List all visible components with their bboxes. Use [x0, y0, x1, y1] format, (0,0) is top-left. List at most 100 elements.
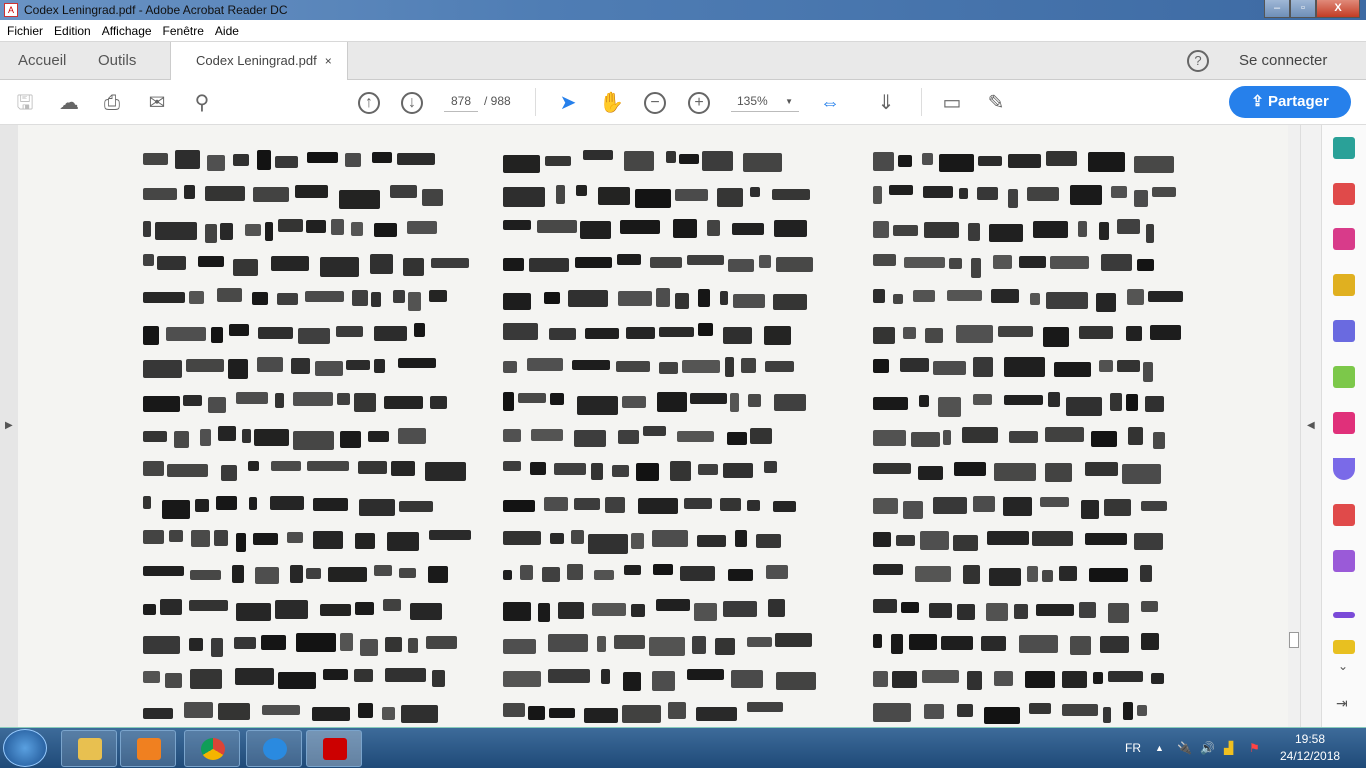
combine-files-icon[interactable]: [1333, 320, 1355, 342]
print-icon[interactable]: ⎙: [100, 91, 124, 115]
show-hidden-icons[interactable]: ▲: [1155, 728, 1164, 769]
zoom-select[interactable]: 135% ▼: [731, 94, 799, 112]
menu-edition[interactable]: Edition: [54, 24, 91, 38]
manuscript-stroke: [904, 257, 945, 268]
manuscript-stroke: [909, 633, 937, 651]
power-icon[interactable]: 🔌: [1177, 728, 1192, 769]
collapse-panel-icon[interactable]: ◀: [1307, 420, 1315, 431]
manuscript-stroke: [255, 567, 280, 584]
manuscript-stroke: [1019, 256, 1046, 269]
manuscript-stroke: [211, 637, 223, 657]
scroll-mode-icon[interactable]: ⇓: [874, 91, 898, 115]
manuscript-stroke: [679, 154, 699, 165]
manuscript-stroke: [339, 190, 381, 209]
redact-icon[interactable]: [1333, 412, 1355, 434]
volume-icon[interactable]: 🔊: [1200, 728, 1215, 769]
highlight-pen-icon[interactable]: ✎: [984, 91, 1008, 115]
organize-pages-icon[interactable]: [1333, 366, 1355, 388]
document-view[interactable]: ▶: [0, 125, 1300, 727]
manuscript-stroke: [1110, 186, 1127, 198]
save-icon[interactable]: 🖫: [13, 91, 37, 115]
manuscript-stroke: [618, 430, 640, 445]
manuscript-stroke: [1146, 223, 1155, 243]
manuscript-stroke: [946, 289, 982, 302]
manuscript-stroke: [697, 289, 711, 307]
menu-affichage[interactable]: Affichage: [102, 24, 152, 38]
fill-sign-icon[interactable]: [1333, 550, 1355, 572]
search-icon[interactable]: ⚲: [190, 91, 214, 115]
clock[interactable]: 19:58 24/12/2018: [1280, 731, 1340, 765]
manuscript-stroke: [235, 533, 247, 552]
tab-document[interactable]: Codex Leningrad.pdf ×: [170, 42, 348, 81]
previous-page-icon[interactable]: ↑: [358, 92, 380, 114]
manuscript-stroke: [775, 256, 813, 272]
menu-aide[interactable]: Aide: [215, 24, 239, 38]
manuscript-stroke: [621, 396, 647, 409]
fit-page-icon[interactable]: ⇔: [818, 91, 842, 115]
tab-accueil[interactable]: Accueil: [18, 42, 66, 80]
manuscript-stroke: [1048, 392, 1060, 408]
manuscript-stroke: [1110, 392, 1123, 411]
taskbar-acrobat[interactable]: [306, 730, 362, 767]
email-icon[interactable]: ✉: [145, 91, 169, 115]
edit-pdf-icon[interactable]: [1333, 228, 1355, 250]
comment-tool-icon[interactable]: [1333, 274, 1355, 296]
manuscript-stroke: [1033, 220, 1068, 238]
manuscript-stroke: [550, 392, 565, 406]
manuscript-stroke: [674, 292, 690, 310]
more-tools-icon[interactable]: [1333, 640, 1355, 654]
create-pdf-icon[interactable]: [1333, 183, 1355, 205]
taskbar-internet-explorer[interactable]: [246, 730, 302, 767]
scrollbar[interactable]: [1288, 125, 1300, 727]
left-panel-toggle[interactable]: ▶: [0, 125, 18, 727]
manuscript-stroke: [558, 601, 584, 620]
manuscript-stroke: [588, 533, 628, 554]
manuscript-stroke: [715, 637, 736, 656]
manuscript-stroke: [972, 393, 992, 405]
cloud-upload-icon[interactable]: ☁: [57, 91, 81, 115]
export-pdf-icon[interactable]: [1333, 137, 1355, 159]
maximize-button[interactable]: ▫: [1290, 0, 1316, 18]
manuscript-stroke: [1122, 702, 1133, 720]
manuscript-stroke: [398, 500, 434, 513]
language-indicator[interactable]: FR: [1125, 728, 1141, 769]
close-button[interactable]: X: [1316, 0, 1360, 18]
manuscript-stroke: [503, 702, 525, 718]
close-tab-icon[interactable]: ×: [325, 54, 332, 68]
taskbar-chrome[interactable]: [184, 730, 240, 767]
protect-icon[interactable]: [1333, 458, 1355, 480]
manuscript-stroke: [264, 222, 274, 241]
taskbar-explorer[interactable]: [61, 730, 117, 767]
hand-tool-icon[interactable]: ✋: [599, 91, 624, 115]
manuscript-stroke: [1003, 394, 1044, 405]
manuscript-stroke: [503, 460, 522, 472]
manuscript-stroke: [1091, 430, 1118, 448]
menu-fichier[interactable]: Fichier: [7, 24, 43, 38]
menu-fenetre[interactable]: Fenêtre: [163, 24, 204, 38]
next-page-icon[interactable]: ↓: [401, 92, 423, 114]
action-center-icon[interactable]: ⚑: [1249, 728, 1260, 769]
manuscript-stroke: [1084, 462, 1119, 476]
select-cursor-icon[interactable]: ➤: [556, 91, 580, 115]
page-number-input[interactable]: 878: [444, 94, 478, 112]
share-button[interactable]: ⇪ Partager: [1229, 86, 1351, 118]
collapse-right-icon[interactable]: ⇥: [1336, 695, 1348, 712]
sign-in-link[interactable]: Se connecter: [1239, 42, 1327, 80]
start-button[interactable]: [3, 729, 47, 767]
zoom-out-icon[interactable]: −: [644, 92, 666, 114]
tab-outils[interactable]: Outils: [98, 42, 136, 80]
help-icon[interactable]: ?: [1187, 50, 1209, 72]
minimize-button[interactable]: –: [1264, 0, 1290, 18]
network-icon[interactable]: ▟: [1224, 728, 1233, 769]
manuscript-stroke: [579, 220, 611, 239]
comment-icon[interactable]: ▭: [940, 91, 964, 115]
manuscript-stroke: [956, 704, 973, 718]
pdf-optimize-icon[interactable]: [1333, 504, 1355, 526]
zoom-in-icon[interactable]: +: [688, 92, 710, 114]
manuscript-stroke: [1149, 324, 1181, 341]
manuscript-stroke: [297, 328, 330, 345]
taskbar-media-player[interactable]: [120, 730, 176, 767]
chevron-down-icon[interactable]: ⌄: [1338, 659, 1348, 673]
send-for-signature-icon[interactable]: [1333, 612, 1355, 618]
scrollbar-thumb[interactable]: [1289, 632, 1299, 648]
